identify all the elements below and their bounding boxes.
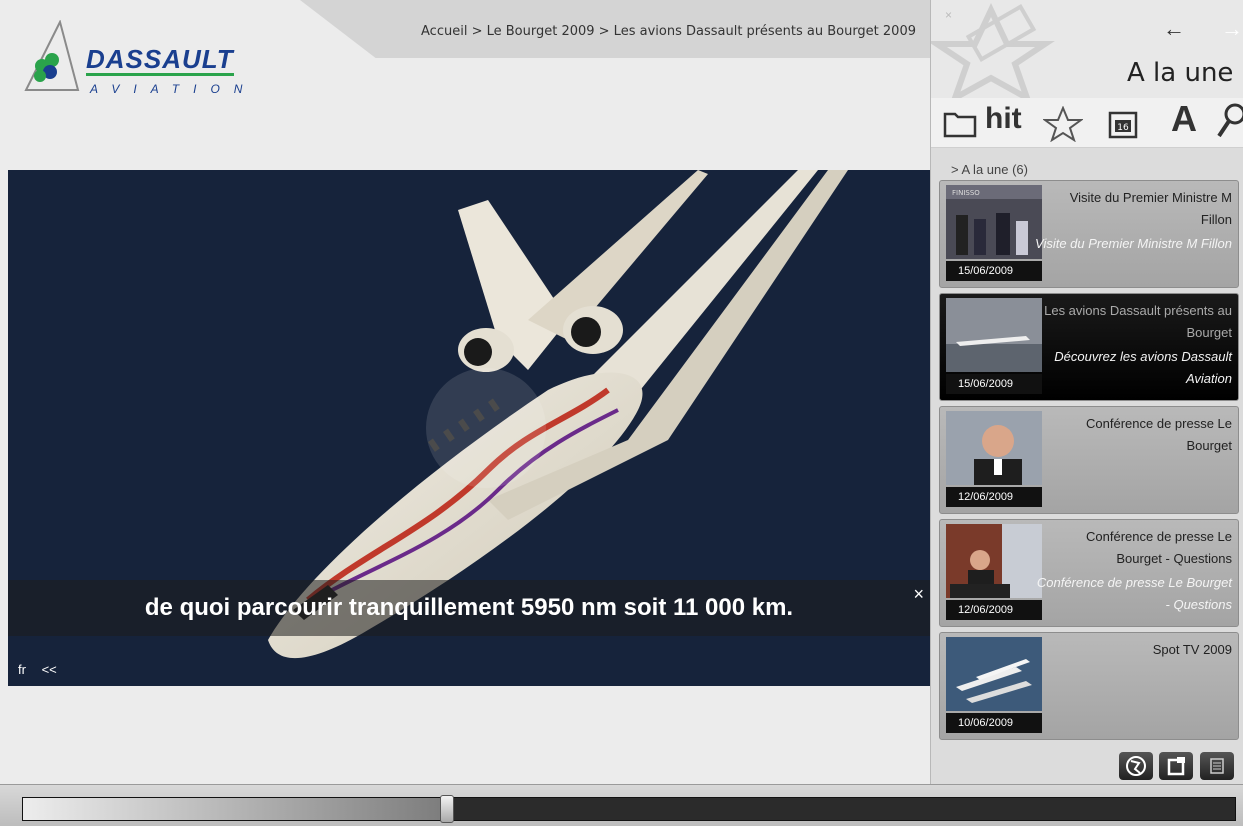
sidebar-footer-icons	[1119, 752, 1236, 780]
thumbnail-spot-tv	[946, 637, 1042, 711]
star-film-banner-icon	[931, 2, 1055, 98]
back-arrow-icon[interactable]: ←	[1163, 16, 1185, 42]
rewind-button[interactable]: <<	[42, 662, 57, 677]
alphabetical-tab[interactable]: A	[1171, 98, 1197, 140]
progress-handle[interactable]	[440, 795, 455, 823]
forward-arrow-icon[interactable]: →	[1221, 16, 1243, 42]
sidebar: × ← → A la une hit 16 A > A la une (6) F…	[930, 0, 1243, 784]
language-controls: fr <<	[18, 662, 69, 677]
sidebar-toolbar: hit 16 A	[931, 98, 1243, 148]
card-date: 15/06/2009	[946, 374, 1042, 394]
list-item-active[interactable]: 15/06/2009 Les avions Dassault présents …	[939, 293, 1239, 401]
card-description: Conférence de presse Le Bourget - Questi…	[1036, 575, 1232, 612]
progress-fill	[23, 798, 448, 820]
thumbnail-avions	[946, 298, 1042, 372]
thumbnail-questions	[946, 524, 1042, 598]
list-icon[interactable]	[1199, 752, 1234, 780]
list-item[interactable]: 12/06/2009 Conférence de presse Le Bourg…	[939, 406, 1239, 514]
card-description: Visite du Premier Ministre M Fillon	[1035, 236, 1232, 251]
card-title: Les avions Dassault présents au Bourget	[1044, 303, 1232, 340]
logo-subtitle: AVIATION	[90, 82, 257, 96]
calendar-day: 16	[1117, 123, 1129, 133]
card-description: Découvrez les avions Dassault Aviation	[1054, 349, 1232, 386]
progress-track[interactable]	[22, 795, 1236, 823]
sidebar-title: A la une	[1127, 58, 1234, 88]
card-date: 12/06/2009	[946, 600, 1042, 620]
list-item[interactable]: 12/06/2009 Conférence de presse Le Bourg…	[939, 519, 1239, 627]
card-date: 10/06/2009	[946, 713, 1042, 733]
close-subtitle-button[interactable]: ×	[913, 584, 924, 605]
star-film-icon[interactable]	[1043, 106, 1083, 142]
logo-mark-icon	[24, 20, 80, 91]
hit-tab[interactable]: hit	[985, 102, 1022, 136]
subtitle-text: de quoi parcourir tranquillement 5950 nm…	[144, 594, 794, 621]
section-label: > A la une (6)	[951, 162, 1028, 177]
card-title: Conférence de presse Le Bourget - Questi…	[1086, 529, 1232, 566]
header: Accueil > Le Bourget 2009 > Les avions D…	[0, 0, 930, 170]
thumbnail-caption: FINISSO	[952, 189, 980, 197]
breadcrumb[interactable]: Accueil > Le Bourget 2009 > Les avions D…	[421, 24, 916, 39]
language-selector[interactable]: fr	[18, 662, 26, 677]
close-icon[interactable]: ×	[945, 8, 952, 22]
list-item[interactable]: 10/06/2009 Spot TV 2009	[939, 632, 1239, 740]
video-list: FINISSO 15/06/2009 Visite du Premier Min…	[939, 180, 1239, 745]
folder-icon[interactable]	[943, 108, 977, 138]
dassault-logo[interactable]: DASSAULT AVIATION	[20, 20, 280, 100]
card-date: 12/06/2009	[946, 487, 1042, 507]
sidebar-header: × ← → A la une	[931, 0, 1243, 98]
video-player[interactable]: de quoi parcourir tranquillement 5950 nm…	[8, 170, 930, 686]
card-title: Visite du Premier Ministre M Fillon	[1069, 190, 1232, 227]
calendar-icon[interactable]: 16	[1107, 108, 1141, 140]
card-title: Spot TV 2009	[1152, 642, 1232, 657]
thumbnail-visite: FINISSO	[946, 185, 1042, 259]
thumbnail-conference	[946, 411, 1042, 485]
timeline-bar	[0, 784, 1243, 826]
card-title: Conférence de presse Le Bourget	[1086, 416, 1232, 453]
popout-icon[interactable]	[1159, 752, 1194, 780]
search-icon[interactable]	[1217, 102, 1243, 142]
logo-wordmark: DASSAULT	[86, 44, 234, 76]
subtitle-band: de quoi parcourir tranquillement 5950 nm…	[8, 580, 930, 636]
list-item[interactable]: FINISSO 15/06/2009 Visite du Premier Min…	[939, 180, 1239, 288]
globe-icon[interactable]	[1119, 752, 1153, 780]
card-date: 15/06/2009	[946, 261, 1042, 281]
